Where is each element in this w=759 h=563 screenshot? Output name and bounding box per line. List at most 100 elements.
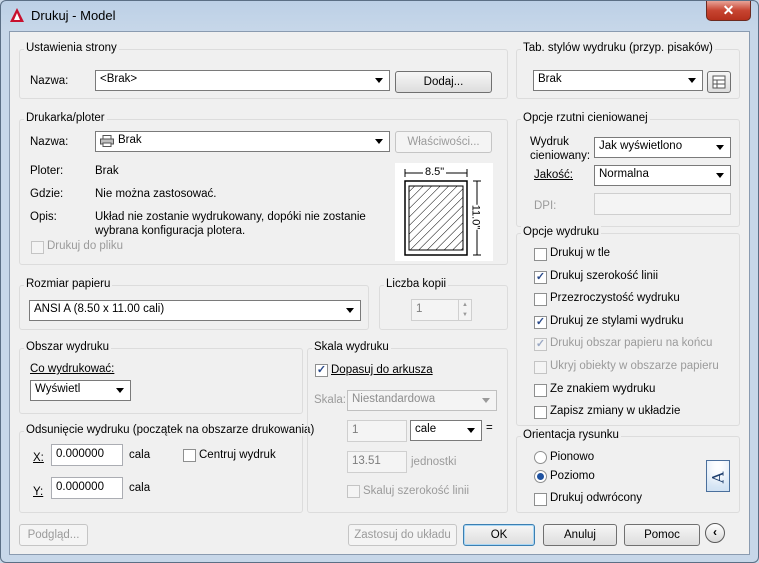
offset-y-input[interactable]: 0.000000 xyxy=(51,477,123,499)
paper-size-dropdown[interactable]: ANSI A (8.50 x 11.00 cali) xyxy=(29,300,361,321)
offset-x-unit: cala xyxy=(129,449,151,461)
description-line-1: Układ nie zostanie wydrukowany, dopóki n… xyxy=(95,211,366,223)
plot-option-checkbox[interactable]: ✓ xyxy=(534,271,547,284)
orientation-title: Orientacja rysunku xyxy=(521,429,621,441)
scale-units-label: jednostki xyxy=(411,456,457,468)
paper-width-label: 8.5" xyxy=(423,166,447,178)
landscape-letter-icon: A xyxy=(708,471,728,484)
what-to-plot-label: Co wydrukować: xyxy=(30,363,115,375)
upside-down-label: Drukuj odwrócony xyxy=(550,492,643,504)
plot-options-title: Opcje wydruku xyxy=(521,226,602,238)
paper-size-title: Rozmiar papieru xyxy=(24,278,113,290)
where-value: Nie można zastosować. xyxy=(95,188,217,200)
scale-equals-sign: = xyxy=(486,422,493,434)
page-setup-title: Ustawienia strony xyxy=(24,42,119,54)
plot-scale-title: Skala wydruku xyxy=(312,341,391,353)
shaded-options-title: Opcje rzutni cieniowanej xyxy=(521,112,650,124)
plot-option-label: Drukuj szerokość linii xyxy=(550,270,659,282)
center-plot-checkbox[interactable] xyxy=(183,449,196,462)
printer-icon xyxy=(100,135,114,147)
printer-name-value: Brak xyxy=(118,134,142,146)
preview-button[interactable]: Podgląd... xyxy=(19,524,88,546)
help-button[interactable]: Pomoc xyxy=(624,524,700,546)
offset-x-label: X: xyxy=(33,452,44,464)
printer-properties-button[interactable]: Właściwości... xyxy=(395,131,492,153)
fit-to-paper-label: Dopasuj do arkusza xyxy=(331,364,433,376)
dpi-label: DPI: xyxy=(534,200,557,212)
offset-y-label: Y: xyxy=(33,486,44,498)
plot-option-label: Ze znakiem wydruku xyxy=(550,383,656,395)
plotter-value: Brak xyxy=(95,165,119,177)
title-bar: Drukuj - Model ✕ xyxy=(1,1,758,31)
plot-option-checkbox[interactable] xyxy=(534,384,547,397)
where-label: Gdzie: xyxy=(30,188,64,200)
printer-name-dropdown[interactable]: Brak xyxy=(95,131,390,152)
plot-offset-title: Odsunięcie wydruku (początek na obszarze… xyxy=(24,424,317,436)
plot-option-label: Przezroczystość wydruku xyxy=(550,292,680,304)
cancel-button[interactable]: Anuluj xyxy=(543,524,617,546)
description-label: Opis: xyxy=(30,211,57,223)
scale-unit-dropdown[interactable]: cale xyxy=(410,420,482,441)
what-to-plot-dropdown[interactable]: Wyświetl xyxy=(30,380,131,401)
portrait-radio[interactable] xyxy=(534,451,547,464)
scale-value-1-input[interactable]: 1 xyxy=(347,420,407,442)
window-title: Drukuj - Model xyxy=(31,8,116,23)
offset-y-unit: cala xyxy=(129,482,151,494)
shade-plot-label-1: Wydruk xyxy=(530,136,569,148)
plot-style-dropdown[interactable]: Brak xyxy=(533,70,703,91)
scale-dropdown[interactable]: Niestandardowa xyxy=(347,390,497,411)
paper-preview: 8.5" 11.0" xyxy=(395,163,493,261)
fit-to-paper-checkbox[interactable]: ✓ xyxy=(315,364,328,377)
plot-option-label: Ukryj obiekty w obszarze papieru xyxy=(550,360,719,372)
scale-lineweights-label: Skaluj szerokość linii xyxy=(363,485,470,497)
plot-option-checkbox[interactable] xyxy=(534,406,547,419)
description-line-2: wybrana konfiguracja plotera. xyxy=(95,225,246,237)
print-to-file-checkbox[interactable] xyxy=(31,241,44,254)
copies-spinner[interactable]: ▲ ▼ xyxy=(458,300,471,321)
scale-value-2-input[interactable]: 13.51 xyxy=(347,451,407,473)
quality-dropdown[interactable]: Normalna xyxy=(594,165,731,186)
ok-button[interactable]: OK xyxy=(463,524,535,546)
plot-option-checkbox[interactable]: ✓ xyxy=(534,316,547,329)
copies-input[interactable]: 1 ▲ ▼ xyxy=(411,299,472,321)
copies-value: 1 xyxy=(416,303,423,315)
plot-option-label: Zapisz zmiany w układzie xyxy=(550,405,681,417)
copies-title: Liczba kopii xyxy=(384,278,449,290)
plot-option-checkbox[interactable] xyxy=(534,293,547,306)
plot-option-checkbox[interactable] xyxy=(534,361,547,374)
printer-title: Drukarka/ploter xyxy=(24,112,107,124)
shade-plot-label-2: cieniowany: xyxy=(530,150,591,162)
close-button[interactable]: ✕ xyxy=(706,1,751,21)
upside-down-checkbox[interactable] xyxy=(534,493,547,506)
center-plot-label: Centruj wydruk xyxy=(199,449,276,461)
page-setup-name-dropdown[interactable]: <Brak> xyxy=(95,70,390,91)
plot-style-title: Tab. stylów wydruku (przyp. pisaków) xyxy=(521,42,715,54)
edit-table-icon xyxy=(712,75,726,89)
plot-option-checkbox[interactable]: ✓ xyxy=(534,338,547,351)
portrait-label: Pionowo xyxy=(550,451,595,463)
offset-x-input[interactable]: 0.000000 xyxy=(51,444,123,466)
collapse-options-button[interactable]: ‹ xyxy=(705,523,725,543)
quality-label: Jakość: xyxy=(534,169,573,181)
page-setup-name-label: Nazwa: xyxy=(30,75,69,87)
chevron-left-icon: ‹ xyxy=(713,525,717,539)
landscape-radio[interactable] xyxy=(534,470,547,483)
plot-options-group xyxy=(516,233,740,426)
dialog-body: Ustawienia strony Nazwa: <Brak> Dodaj...… xyxy=(9,31,750,555)
add-page-setup-button[interactable]: Dodaj... xyxy=(395,71,492,93)
plot-option-label: Drukuj obszar papieru na końcu xyxy=(550,337,713,349)
edit-plot-style-button[interactable] xyxy=(707,71,731,93)
print-to-file-label: Drukuj do pliku xyxy=(47,240,124,252)
autocad-logo-icon xyxy=(10,8,24,22)
dpi-input[interactable] xyxy=(594,193,731,215)
printer-name-label: Nazwa: xyxy=(30,136,69,148)
scale-lineweights-checkbox[interactable] xyxy=(347,485,360,498)
landscape-label: Poziomo xyxy=(550,470,595,482)
plot-option-checkbox[interactable] xyxy=(534,248,547,261)
plot-option-label: Drukuj w tle xyxy=(550,247,611,259)
landscape-page-icon: A xyxy=(706,460,730,492)
shade-plot-dropdown[interactable]: Jak wyświetlono xyxy=(594,137,731,158)
plotter-label: Ploter: xyxy=(30,165,64,177)
apply-to-layout-button[interactable]: Zastosuj do układu xyxy=(348,524,457,546)
print-dialog: Drukuj - Model ✕ Ustawienia strony Nazwa… xyxy=(0,0,759,563)
